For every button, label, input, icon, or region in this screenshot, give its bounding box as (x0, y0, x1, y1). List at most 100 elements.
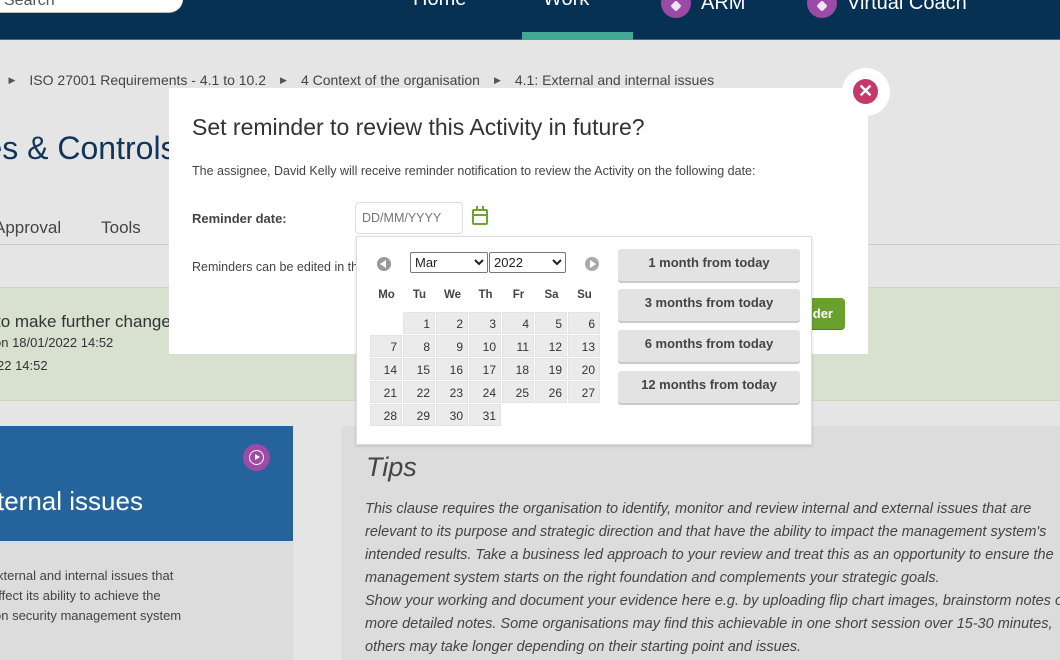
breadcrumb: Policies & Controls ▶ ISO 27001 Requirem… (0, 72, 715, 88)
card-text-line: xternal and internal issues that (0, 568, 174, 583)
card-title: ternal issues (0, 486, 143, 516)
day-cell[interactable]: 14 (370, 358, 402, 380)
day-cell[interactable]: 15 (403, 358, 435, 380)
nav-label: Virtual Coach (847, 0, 967, 14)
card-text-line: on security management system (0, 608, 182, 623)
day-cell[interactable]: 28 (370, 404, 402, 426)
day-cell[interactable]: 13 (568, 335, 600, 357)
close-icon[interactable]: ✕ (853, 79, 878, 104)
day-cell[interactable]: 22 (403, 381, 435, 403)
quick-6-months-button[interactable]: 6 months from today (618, 330, 800, 362)
requirement-card: ternal issues xternal and internal issue… (0, 426, 293, 660)
weekday-label: Th (478, 289, 493, 301)
month-select[interactable]: Mar (410, 252, 488, 273)
day-cell[interactable]: 29 (403, 404, 435, 426)
year-select[interactable]: 2022 (489, 252, 566, 273)
banner-detail: on 18/01/2022 14:52 (0, 335, 114, 350)
weekday-header: Mo Tu We Th Fr Sa Su (370, 289, 601, 301)
day-cell[interactable]: 1 (403, 312, 435, 334)
day-empty (370, 312, 402, 334)
nav-item-arm[interactable]: ARM (661, 0, 745, 18)
day-cell[interactable]: 9 (436, 335, 468, 357)
weekday-label: Su (577, 289, 592, 301)
weekday-label: Fr (512, 289, 525, 301)
tips-line: others may take longer depending on thei… (365, 639, 802, 655)
breadcrumb-separator-icon: ▶ (8, 75, 16, 85)
day-cell[interactable]: 18 (502, 358, 534, 380)
weekday-label: Tu (412, 289, 427, 301)
day-cell[interactable]: 26 (535, 381, 567, 403)
quick-3-months-button[interactable]: 3 months from today (618, 289, 800, 321)
day-cell[interactable]: 23 (436, 381, 468, 403)
tips-paragraph: This clause requires the organisation to… (365, 498, 1060, 590)
day-cell[interactable]: 7 (370, 335, 402, 357)
card-body: xternal and internal issues that affect … (0, 566, 181, 626)
weekday-label: Mo (378, 289, 395, 301)
tips-line: management system starts on the right fo… (365, 570, 940, 586)
nav-label: ARM (701, 0, 746, 14)
nav-item-work[interactable]: Work (543, 0, 589, 11)
day-grid: 1 2 3 4 5 6 7 8 9 10 11 12 13 14 15 16 17 18 19 20 21 22 23 24 2… (370, 312, 601, 427)
top-nav: Search Home Work ARM Virtual Coach (0, 0, 1060, 40)
card-text-line: affect its ability to achieve the (0, 588, 161, 603)
tips-heading: Tips (366, 452, 417, 482)
day-cell[interactable]: 25 (502, 381, 534, 403)
tips-paragraph: Show your working and document your evid… (365, 590, 1060, 659)
calendar-icon[interactable] (472, 206, 488, 225)
weekday-label: We (443, 289, 462, 301)
day-cell[interactable]: 3 (469, 312, 501, 334)
prev-month-icon[interactable] (377, 257, 391, 271)
arm-icon (661, 0, 691, 18)
tab-bar: Approval Tools (0, 218, 141, 238)
tips-line: Show your working and document your evid… (365, 593, 1060, 609)
day-cell[interactable]: 20 (568, 358, 600, 380)
tips-line: more detailed notes. Some organisations … (365, 616, 1053, 632)
day-cell[interactable]: 19 (535, 358, 567, 380)
search-input[interactable]: Search (0, 0, 183, 13)
quick-12-months-button[interactable]: 12 months from today (618, 371, 800, 403)
day-cell[interactable]: 30 (436, 404, 468, 426)
modal-description: The assignee, David Kelly will receive r… (192, 164, 756, 178)
close-button-wrapper: ✕ (842, 68, 890, 116)
reminder-date-input[interactable] (355, 202, 463, 234)
modal-title: Set reminder to review this Activity in … (192, 114, 645, 140)
day-cell[interactable]: 11 (502, 335, 534, 357)
breadcrumb-item[interactable]: 4 Context of the organisation (301, 72, 480, 88)
nav-label: Work (543, 0, 589, 11)
day-cell[interactable]: 2 (436, 312, 468, 334)
nav-active-indicator (522, 32, 633, 40)
banner-detail: 22 14:52 (0, 358, 48, 373)
page-title: Policies & Controls (0, 130, 177, 166)
tips-line: relevant to its purpose and strategic di… (365, 524, 1047, 540)
tips-line: intended results. Take a business led ap… (365, 547, 1054, 563)
weekday-label: Sa (544, 289, 559, 301)
nav-item-home[interactable]: Home (413, 0, 466, 11)
next-month-icon[interactable] (585, 257, 599, 271)
banner-message: to make further changes (0, 312, 180, 331)
quick-1-month-button[interactable]: 1 month from today (618, 249, 800, 281)
day-cell[interactable]: 21 (370, 381, 402, 403)
day-cell[interactable]: 12 (535, 335, 567, 357)
search-placeholder: Search (4, 0, 55, 9)
play-video-icon[interactable] (243, 444, 270, 471)
day-cell[interactable]: 16 (436, 358, 468, 380)
day-cell[interactable]: 24 (469, 381, 501, 403)
reminder-date-label: Reminder date: (192, 211, 287, 226)
card-header: ternal issues (0, 426, 293, 541)
day-cell[interactable]: 6 (568, 312, 600, 334)
day-cell[interactable]: 4 (502, 312, 534, 334)
datepicker: Mar 2022 Mo Tu We Th Fr Sa Su 1 2 3 4 5 6 7 8 9 10 11 12 1… (356, 236, 812, 445)
day-cell[interactable]: 27 (568, 381, 600, 403)
tab-approval[interactable]: Approval (0, 218, 61, 238)
day-cell[interactable]: 5 (535, 312, 567, 334)
tips-panel: Tips This clause requires the organisati… (341, 426, 1060, 660)
day-cell[interactable]: 8 (403, 335, 435, 357)
coach-icon (807, 0, 837, 18)
day-cell[interactable]: 17 (469, 358, 501, 380)
day-cell[interactable]: 10 (469, 335, 501, 357)
breadcrumb-item[interactable]: 4.1: External and internal issues (515, 72, 714, 88)
nav-item-virtual-coach[interactable]: Virtual Coach (807, 0, 967, 18)
tab-tools[interactable]: Tools (101, 218, 141, 238)
day-cell[interactable]: 31 (469, 404, 501, 426)
breadcrumb-item[interactable]: ISO 27001 Requirements - 4.1 to 10.2 (29, 72, 266, 88)
